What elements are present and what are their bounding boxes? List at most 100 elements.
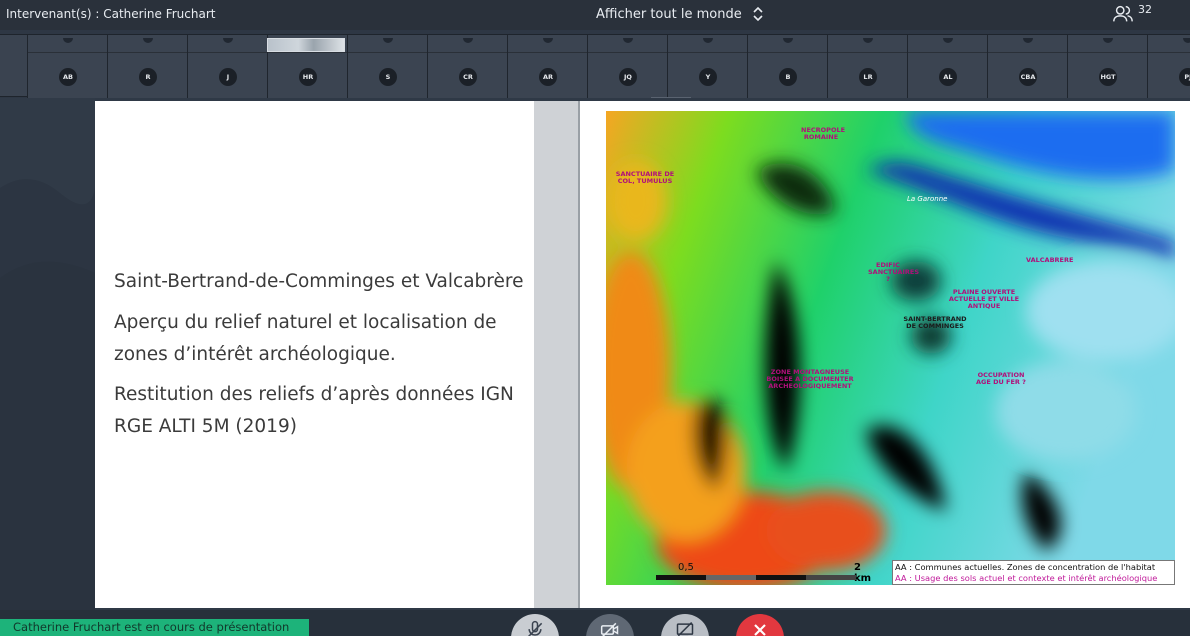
leave-call-button[interactable] (736, 614, 784, 636)
participant-tile-top (668, 35, 748, 53)
mic-indicator-icon (463, 38, 473, 43)
map-label-sanctuaire: SANCTUAIRE DE COL, TUMULUS (615, 170, 675, 185)
participant-avatar: HR (299, 68, 317, 86)
participant-avatar: S (379, 68, 397, 86)
participant-avatar: B (779, 68, 797, 86)
participant-tile-top (1148, 35, 1190, 53)
mic-indicator-icon (783, 38, 793, 43)
participant-tile[interactable]: CBA (987, 35, 1068, 98)
mic-indicator-icon (1103, 38, 1113, 43)
slide-map-panel: NECROPOLE ROMAINE SANCTUAIRE DE COL, TUM… (578, 101, 1190, 608)
participant-tile-top (988, 35, 1068, 53)
participant-avatar: CR (459, 68, 477, 86)
legend-line-1: AA : Communes actuelles. Zones de concen… (895, 562, 1156, 572)
participant-tile[interactable]: AR (507, 35, 588, 98)
mic-indicator-icon (1023, 38, 1033, 43)
participant-tile[interactable]: HGT (1067, 35, 1148, 98)
participant-tile[interactable]: S (347, 35, 428, 98)
participant-tile-top (748, 35, 828, 53)
participant-avatar: Y (699, 68, 717, 86)
map-label-garonne: La Garonne (907, 195, 948, 203)
slide-text-panel: Saint-Bertrand-de-Comminges et Valcabrèr… (95, 101, 534, 608)
participant-avatar: JQ (619, 68, 637, 86)
scale-mid-label: 0,5 (678, 562, 694, 573)
map-label-sanctuaires: EDIFIC SANCTUAIRES ? (868, 261, 920, 283)
camera-off-icon (600, 622, 619, 636)
relief-map: NECROPOLE ROMAINE SANCTUAIRE DE COL, TUM… (606, 111, 1175, 585)
participant-tile-top (428, 35, 508, 53)
show-all-toggle[interactable]: Afficher tout le monde (596, 6, 764, 22)
speaker-label: Intervenant(s) : Catherine Fruchart (6, 7, 216, 21)
share-screen-off-icon (676, 621, 694, 636)
presentation-stage: Saint-Bertrand-de-Comminges et Valcabrèr… (0, 98, 1190, 610)
scale-bar-graphic (656, 575, 856, 580)
participant-tile[interactable]: PJ (1147, 35, 1190, 98)
participant-tile-top (348, 35, 428, 53)
participant-tile[interactable]: AL (907, 35, 988, 98)
slide-source: Restitution des reliefs d’après données … (114, 384, 514, 437)
participant-tile[interactable]: R (107, 35, 188, 98)
mic-indicator-icon (943, 38, 953, 43)
mic-off-icon (527, 620, 543, 636)
participant-tile[interactable]: B (747, 35, 828, 98)
map-scale-bar: 0,5 2 km (656, 562, 871, 584)
participant-avatar: CBA (1019, 68, 1037, 86)
participant-tile-top (28, 35, 108, 53)
participant-tile-top (1068, 35, 1148, 53)
mic-indicator-icon (63, 38, 73, 43)
mic-indicator-icon (623, 38, 633, 43)
top-bar: Intervenant(s) : Catherine Fruchart Affi… (0, 0, 1190, 30)
participant-tile[interactable]: J (187, 35, 268, 98)
mic-indicator-icon (543, 38, 553, 43)
meeting-window: Intervenant(s) : Catherine Fruchart Affi… (0, 0, 1190, 636)
map-label-occupation: OCCUPATION AGE DU FER ? (976, 371, 1026, 386)
participant-count: 32 (1138, 3, 1152, 16)
participant-avatar: AL (939, 68, 957, 86)
legend-line-2: AA : Usage des sols actuel et contexte e… (895, 573, 1158, 583)
mic-indicator-icon (143, 38, 153, 43)
participant-video-thumbnail[interactable] (267, 38, 345, 52)
participant-tile[interactable]: AB (27, 35, 108, 98)
participants-icon (1112, 3, 1134, 29)
participant-avatar: PJ (1179, 68, 1190, 86)
participant-tile[interactable]: CR (427, 35, 508, 98)
bottom-bar: Catherine Fruchart est en cours de prése… (0, 610, 1190, 636)
share-screen-button[interactable] (661, 614, 709, 636)
relief-map-image (606, 111, 1175, 585)
participant-tile-top (508, 35, 588, 53)
mic-indicator-icon (863, 38, 873, 43)
slide-title: Saint-Bertrand-de-Comminges et Valcabrèr… (114, 271, 524, 292)
mic-indicator-icon (1183, 38, 1190, 43)
participant-avatar: AB (59, 68, 77, 86)
map-label-zone: ZONE MONTAGNEUSE BOISEE A DOCUMENTER ARC… (766, 368, 854, 390)
participant-tile-top (188, 35, 268, 53)
close-icon (754, 624, 766, 636)
mic-indicator-icon (703, 38, 713, 43)
slide-divider (534, 101, 578, 608)
scale-end-label: 2 km (854, 562, 872, 584)
participant-avatar: R (139, 68, 157, 86)
participant-avatar: HGT (1099, 68, 1117, 86)
show-all-label: Afficher tout le monde (596, 6, 742, 22)
mic-indicator-icon (383, 38, 393, 43)
mute-mic-button[interactable] (511, 614, 559, 636)
updown-chevron-icon (752, 6, 764, 22)
participant-tile[interactable]: LR (827, 35, 908, 98)
participant-tile-top (108, 35, 188, 53)
participant-tile-top (588, 35, 668, 53)
participant-tile[interactable]: JQ (587, 35, 668, 98)
participant-strip: AB R J HR S CR AR JQ Y B LR AL CBA HGT PJ (0, 34, 1190, 98)
camera-button[interactable] (586, 614, 634, 636)
participant-tile[interactable]: Y (667, 35, 748, 98)
map-label-valcabrere: VALCABRERE (1026, 256, 1074, 264)
participant-tile-top (908, 35, 988, 53)
presenting-status: Catherine Fruchart est en cours de prése… (0, 619, 309, 636)
participant-tile-top (828, 35, 908, 53)
map-label-saint-bertrand: SAINT-BERTRAND DE COMMINGES (903, 315, 967, 330)
mic-indicator-icon (223, 38, 233, 43)
background-decoration (0, 98, 95, 610)
participants-button[interactable]: 32 (1112, 3, 1152, 29)
participant-avatar: LR (859, 68, 877, 86)
participant-avatar: AR (539, 68, 557, 86)
slide-subtitle: Aperçu du relief naturel et localisation… (114, 312, 497, 365)
